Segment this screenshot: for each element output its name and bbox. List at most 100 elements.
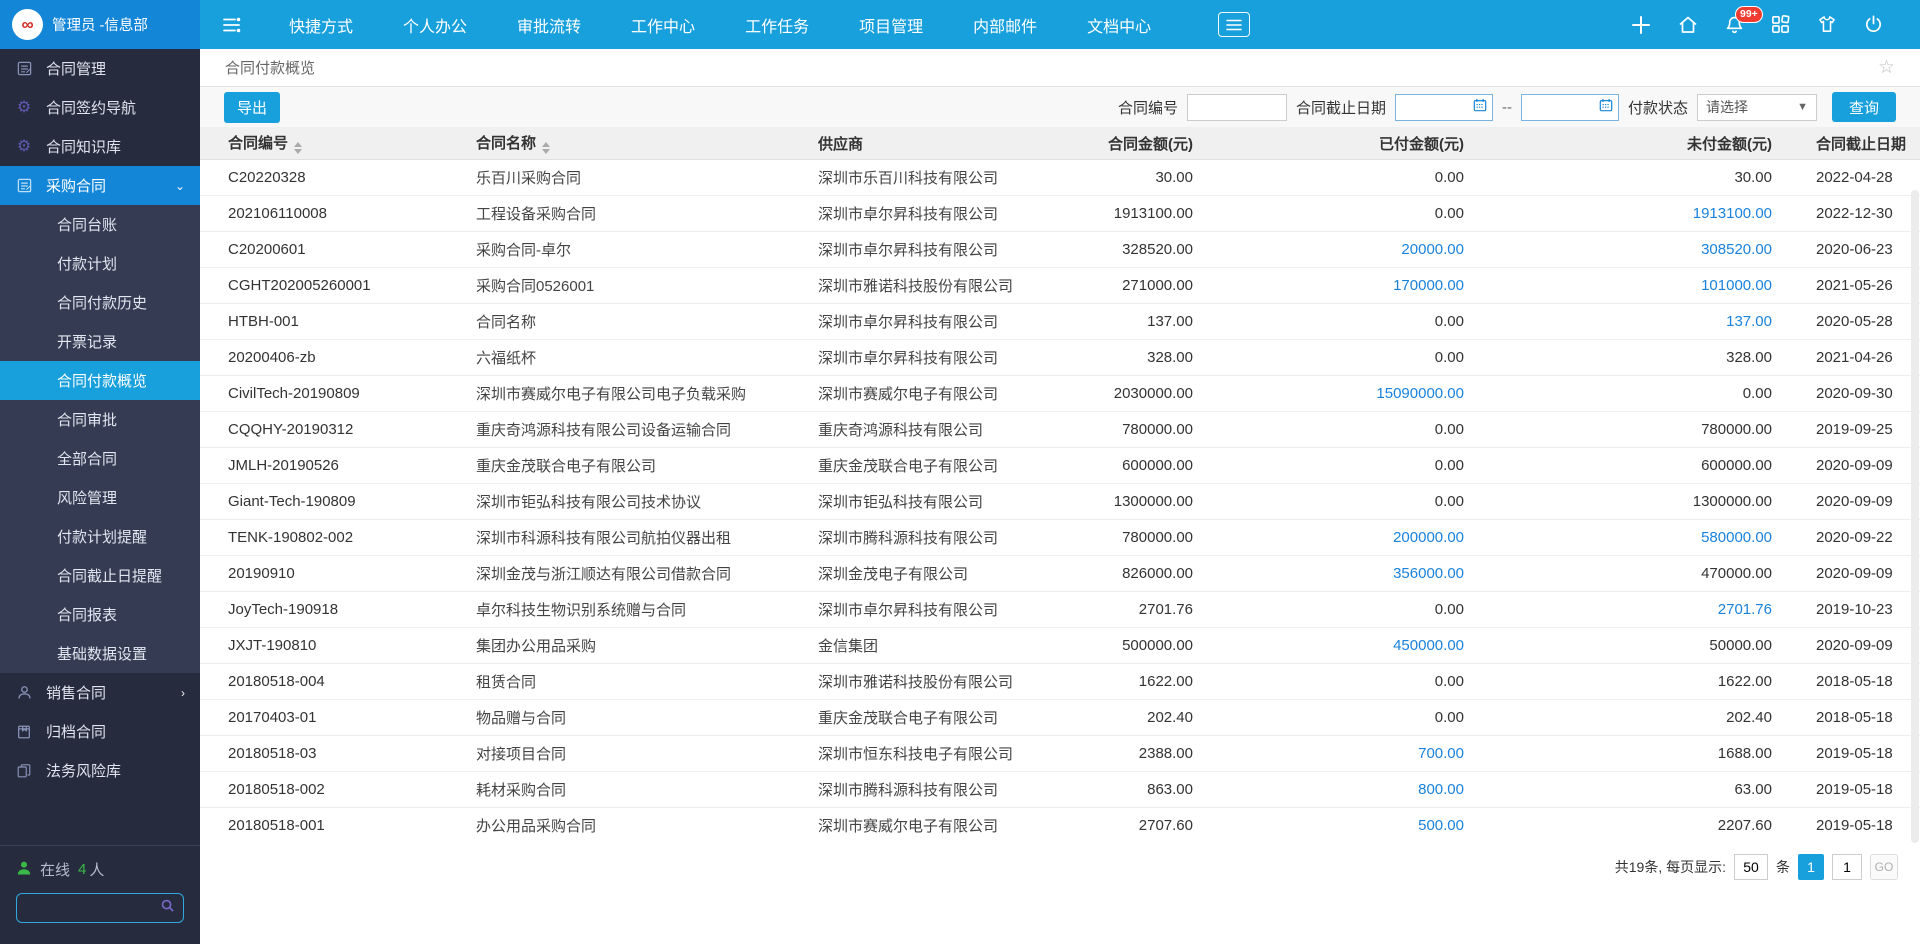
- sidebar-item-18[interactable]: 法务风险库: [0, 751, 200, 790]
- query-button[interactable]: 查询: [1832, 92, 1896, 122]
- paid-amount-link[interactable]: 200000.00: [1393, 529, 1464, 546]
- column-header-0[interactable]: 合同编号: [200, 132, 476, 154]
- logo-mark-icon: ∞: [21, 15, 33, 35]
- column-header-label: 已付金额(元): [1379, 136, 1464, 153]
- topbar: 快捷方式个人办公审批流转工作中心工作任务项目管理内部邮件文档中心 99+: [200, 0, 1920, 49]
- paid-amount-link[interactable]: 20000.00: [1401, 241, 1464, 258]
- page-size-input[interactable]: [1734, 854, 1768, 880]
- cell-unpaid-amount: 2207.60: [1464, 817, 1772, 834]
- cell-deadline: 2019-09-25: [1772, 421, 1920, 438]
- book-icon: [15, 724, 33, 740]
- cell-contract-id: JMLH-20190526: [200, 457, 476, 474]
- date-to-field[interactable]: [1527, 100, 1599, 115]
- power-icon[interactable]: [1863, 14, 1884, 35]
- plus-icon[interactable]: [1630, 14, 1652, 36]
- search-icon[interactable]: [160, 898, 175, 918]
- shirt-icon[interactable]: [1816, 14, 1838, 35]
- unpaid-amount-link[interactable]: 137.00: [1726, 313, 1772, 330]
- date-to-input[interactable]: [1521, 94, 1619, 121]
- table-row-6: CivilTech-20190809深圳市赛威尔电子有限公司电子负载采购深圳市赛…: [200, 376, 1920, 412]
- sidebar-item-1[interactable]: ⚙合同签约导航: [0, 88, 200, 127]
- paid-amount-link[interactable]: 450000.00: [1393, 637, 1464, 654]
- chevron-down-icon: ▼: [1797, 101, 1808, 113]
- nav-item-0[interactable]: 快捷方式: [264, 13, 378, 37]
- nav-item-3[interactable]: 工作中心: [606, 13, 720, 37]
- chevron-down-icon: ⌄: [175, 179, 185, 193]
- sidebar-item-2[interactable]: ⚙合同知识库: [0, 127, 200, 166]
- cell-deadline: 2019-05-18: [1772, 817, 1920, 834]
- export-button[interactable]: 导出: [224, 92, 280, 123]
- gear-icon: ⚙: [15, 139, 33, 155]
- apps-icon[interactable]: [1770, 14, 1791, 35]
- sidebar-item-13[interactable]: 合同截止日提醒: [0, 556, 200, 595]
- column-header-1[interactable]: 合同名称: [476, 132, 818, 154]
- sidebar-search-box[interactable]: [16, 893, 184, 923]
- nav-item-6[interactable]: 内部邮件: [948, 13, 1062, 37]
- unpaid-amount-link[interactable]: 101000.00: [1701, 277, 1772, 294]
- cell-contract-id: 20180518-001: [200, 817, 476, 834]
- sidebar-item-10[interactable]: 全部合同: [0, 439, 200, 478]
- sidebar-item-16[interactable]: 销售合同›: [0, 673, 200, 712]
- cell-supplier: 深圳市恒东科技电子有限公司: [818, 743, 1060, 764]
- unpaid-amount-link[interactable]: 1913100.00: [1693, 205, 1772, 222]
- sidebar-item-11[interactable]: 风险管理: [0, 478, 200, 517]
- cell-contract-id: CivilTech-20190809: [200, 385, 476, 402]
- cell-deadline: 2020-09-09: [1772, 565, 1920, 582]
- sidebar-item-4[interactable]: 合同台账: [0, 205, 200, 244]
- date-from-field[interactable]: [1401, 100, 1473, 115]
- chevron-right-icon: ›: [181, 686, 185, 700]
- sidebar-item-3[interactable]: 采购合同⌄: [0, 166, 200, 205]
- paid-amount-link[interactable]: 700.00: [1418, 745, 1464, 762]
- nav-item-5[interactable]: 项目管理: [834, 13, 948, 37]
- pay-status-select[interactable]: 请选择 ▼: [1697, 94, 1817, 121]
- sidebar-item-9[interactable]: 合同审批: [0, 400, 200, 439]
- date-from-input[interactable]: [1395, 94, 1493, 121]
- more-menu-icon[interactable]: [1218, 12, 1250, 37]
- nav-item-2[interactable]: 审批流转: [492, 13, 606, 37]
- favorite-star-icon[interactable]: ☆: [1878, 58, 1895, 77]
- paid-amount-link[interactable]: 15090000.00: [1376, 385, 1464, 402]
- filter-group: 合同编号 合同截止日期 -- 付款状态 请选择 ▼ 查询: [1118, 92, 1896, 122]
- sidebar-item-7[interactable]: 开票记录: [0, 322, 200, 361]
- cell-supplier: 深圳市乐百川科技有限公司: [818, 167, 1060, 188]
- unpaid-amount-link[interactable]: 308520.00: [1701, 241, 1772, 258]
- current-page-button[interactable]: 1: [1798, 854, 1824, 880]
- calendar-icon[interactable]: [1599, 98, 1613, 116]
- sidebar-search-input[interactable]: [25, 901, 160, 916]
- sidebar-item-8[interactable]: 合同付款概览: [0, 361, 200, 400]
- paid-amount-link[interactable]: 800.00: [1418, 781, 1464, 798]
- paid-amount-link[interactable]: 170000.00: [1393, 277, 1464, 294]
- sidebar-item-0[interactable]: 合同管理: [0, 49, 200, 88]
- bell-icon[interactable]: 99+: [1724, 14, 1745, 36]
- nav-item-4[interactable]: 工作任务: [720, 13, 834, 37]
- nav-item-7[interactable]: 文档中心: [1062, 13, 1176, 37]
- paid-amount-link[interactable]: 356000.00: [1393, 565, 1464, 582]
- cell-contract-name: 工程设备采购合同: [476, 203, 818, 224]
- cell-paid-amount: 15090000.00: [1193, 385, 1464, 402]
- sidebar-item-5[interactable]: 付款计划: [0, 244, 200, 283]
- contract-no-input[interactable]: [1187, 94, 1287, 121]
- collapse-menu-icon[interactable]: [200, 16, 264, 34]
- sidebar-item-label: 合同付款概览: [57, 370, 147, 391]
- cell-amount: 30.00: [1060, 169, 1193, 186]
- sort-icon[interactable]: [542, 142, 550, 154]
- paid-amount-link[interactable]: 500.00: [1418, 817, 1464, 834]
- nav-item-1[interactable]: 个人办公: [378, 13, 492, 37]
- home-icon[interactable]: [1677, 14, 1699, 36]
- table-scrollbar[interactable]: [1911, 190, 1919, 843]
- cell-amount: 2701.76: [1060, 601, 1193, 618]
- unpaid-amount-link[interactable]: 580000.00: [1701, 529, 1772, 546]
- unpaid-amount-link[interactable]: 2701.76: [1718, 601, 1772, 618]
- cell-amount: 600000.00: [1060, 457, 1193, 474]
- calendar-icon[interactable]: [1473, 98, 1487, 116]
- sort-icon[interactable]: [294, 142, 302, 154]
- sidebar-item-6[interactable]: 合同付款历史: [0, 283, 200, 322]
- sidebar-item-17[interactable]: 归档合同: [0, 712, 200, 751]
- sidebar-item-12[interactable]: 付款计划提醒: [0, 517, 200, 556]
- go-button[interactable]: GO: [1870, 854, 1898, 880]
- goto-page-input[interactable]: [1832, 854, 1862, 880]
- sidebar-item-15[interactable]: 基础数据设置: [0, 634, 200, 673]
- sidebar-item-14[interactable]: 合同报表: [0, 595, 200, 634]
- cell-contract-id: 20180518-002: [200, 781, 476, 798]
- current-user: 管理员 -信息部: [52, 14, 148, 35]
